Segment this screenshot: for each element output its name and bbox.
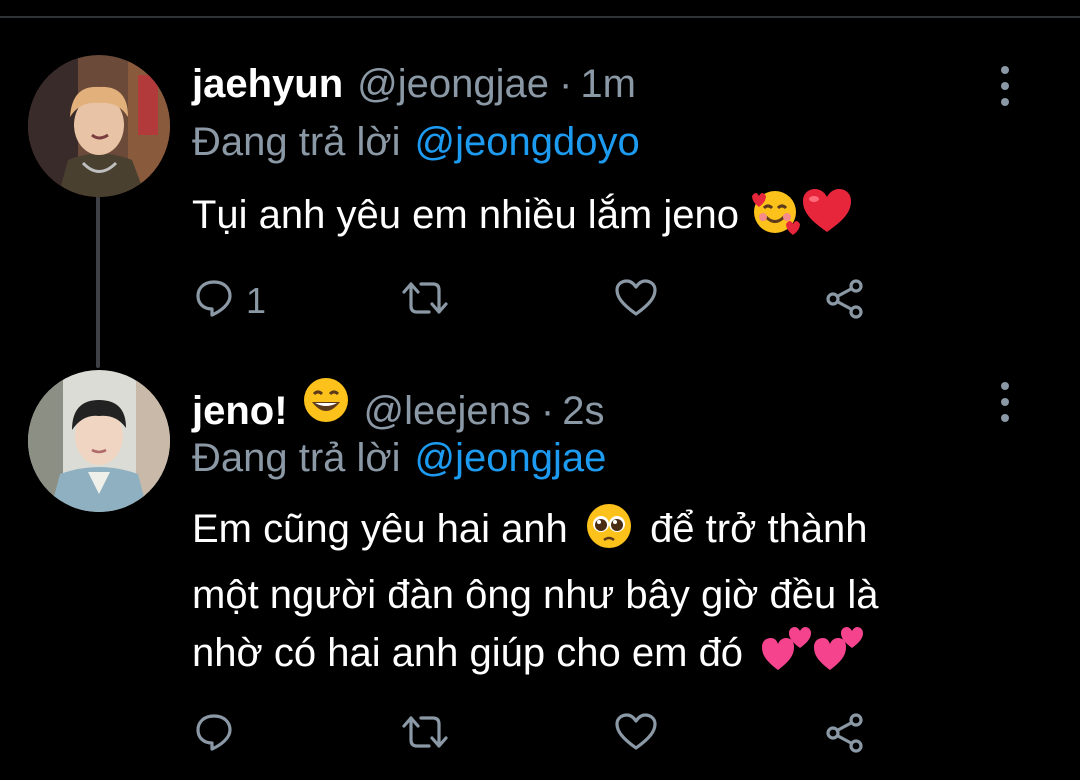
share-button[interactable] (824, 278, 866, 325)
retweet-icon (402, 278, 448, 323)
top-divider (0, 16, 1080, 18)
reply-button[interactable]: 1 (194, 278, 266, 323)
retweet-icon (402, 712, 448, 757)
grinning-squinting-face-emoji (302, 376, 350, 435)
heart-icon (614, 278, 658, 323)
two-hearts-emoji (812, 624, 864, 690)
reply-context: Đang trả lời @jeongdoyo (192, 118, 640, 166)
share-button[interactable] (824, 712, 866, 759)
pleading-face-emoji (585, 502, 633, 566)
retweet-button[interactable] (402, 278, 460, 323)
timestamp[interactable]: 2s (562, 387, 604, 435)
tweet-text-line1-b: để trở thành (650, 507, 868, 551)
separator-dot: · (559, 62, 573, 106)
user-handle[interactable]: @leejens (364, 387, 531, 435)
reply-context: Đang trả lời @jeongjae (192, 434, 606, 482)
like-button[interactable] (614, 278, 670, 323)
like-button[interactable] (614, 712, 670, 757)
user-handle[interactable]: @jeongjae (357, 60, 549, 108)
reply-mention-link[interactable]: @jeongjae (415, 436, 607, 480)
reply-mention-link[interactable]: @jeongdoyo (415, 120, 640, 164)
red-heart-emoji (800, 186, 854, 252)
two-hearts-emoji (760, 624, 812, 690)
reply-prefix: Đang trả lời (192, 120, 401, 164)
retweet-button[interactable] (402, 712, 460, 757)
reply-icon (194, 712, 234, 757)
reply-icon (194, 278, 234, 323)
tweet-text-content: Tụi anh yêu em nhiều lắm jeno (192, 193, 739, 237)
tweet-actions (192, 712, 892, 760)
avatar-jeno[interactable] (28, 370, 170, 512)
tweet-header: jeno! @leejens · 2s (192, 376, 605, 435)
reply-button[interactable] (194, 712, 246, 757)
display-name[interactable]: jeno! (192, 387, 288, 435)
reply-prefix: Đang trả lời (192, 436, 401, 480)
avatar-jaehyun[interactable] (28, 55, 170, 197)
heart-icon (614, 712, 658, 757)
reply-count: 1 (246, 279, 267, 321)
tweet-text: Em cũng yêu hai anh để trở thành một ngư… (192, 500, 878, 690)
tweet-header: jaehyun @jeongjae · 1m (192, 60, 636, 108)
display-name[interactable]: jaehyun (192, 60, 343, 108)
smiling-face-with-hearts-emoji (750, 186, 801, 252)
tweet-actions: 1 (192, 278, 892, 326)
tweet-text-line2: một người đàn ông như bây giờ đều là (192, 573, 879, 617)
more-options-icon[interactable] (990, 382, 1020, 422)
tweet-text-line1-a: Em cũng yêu hai anh (192, 507, 568, 551)
more-options-icon[interactable] (990, 66, 1020, 106)
tweet-text: Tụi anh yêu em nhiều lắm jeno (192, 186, 854, 252)
separator-dot: · (540, 389, 555, 433)
tweet-text-line3: nhờ có hai anh giúp cho em đó (192, 631, 744, 675)
share-icon (824, 278, 866, 325)
timestamp[interactable]: 1m (580, 60, 636, 108)
share-icon (824, 712, 866, 759)
thread-connector-line (96, 196, 100, 368)
